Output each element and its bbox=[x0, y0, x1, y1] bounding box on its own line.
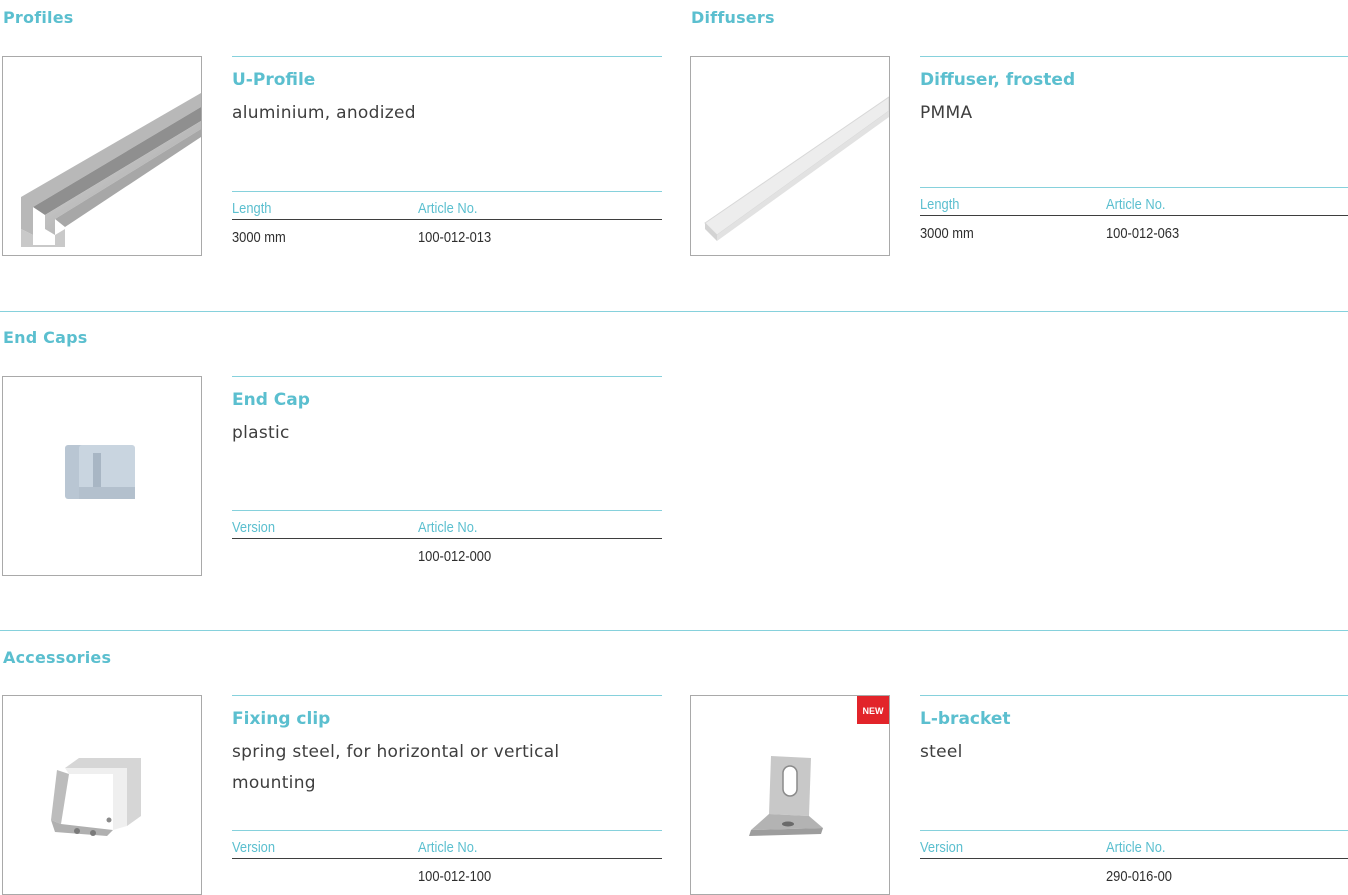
spec-table: Version Article No. 100-012-000 bbox=[232, 510, 662, 565]
product-top-rule bbox=[232, 695, 662, 696]
spec-table: Version Article No. 100-012-100 bbox=[232, 830, 662, 885]
spec-head-article: Article No. bbox=[418, 200, 478, 217]
product-fixing-clip: Fixing clip spring steel, for horizontal… bbox=[2, 695, 662, 895]
section-title-diffusers: Diffusers bbox=[691, 8, 775, 27]
product-image-l-bracket: NEW bbox=[690, 695, 890, 895]
product-image-fixing-clip bbox=[2, 695, 202, 895]
product-description: spring steel, for horizontal or vertical… bbox=[232, 742, 560, 793]
product-name: L-bracket bbox=[920, 709, 1011, 729]
spec-head-length: Length bbox=[920, 196, 960, 213]
product-top-rule bbox=[920, 695, 1348, 696]
spec-value-article: 100-012-000 bbox=[418, 548, 492, 565]
product-name: U-Profile bbox=[232, 70, 316, 90]
product-l-bracket: NEW L-bracket steel Version Article No. … bbox=[690, 695, 1348, 895]
spec-head-version: Version bbox=[920, 839, 964, 856]
product-top-rule bbox=[232, 56, 662, 57]
spec-table: Version Article No. 290-016-00 bbox=[920, 830, 1348, 885]
spec-head-article: Article No. bbox=[418, 839, 478, 856]
product-image-end-cap bbox=[2, 376, 202, 576]
section-separator bbox=[0, 630, 1348, 631]
section-separator bbox=[0, 311, 1348, 312]
spec-value-article: 100-012-063 bbox=[1106, 225, 1180, 242]
spec-head-version: Version bbox=[232, 519, 276, 536]
spec-head-version: Version bbox=[232, 839, 276, 856]
product-u-profile: U-Profile aluminium, anodized Length Art… bbox=[2, 56, 662, 256]
section-title-end-caps: End Caps bbox=[3, 328, 88, 347]
section-title-accessories: Accessories bbox=[3, 648, 112, 667]
spec-table: Length Article No. 3000 mm 100-012-013 bbox=[232, 191, 662, 246]
product-end-cap: End Cap plastic Version Article No. 100-… bbox=[2, 376, 662, 576]
product-description: steel bbox=[920, 742, 963, 762]
new-badge: NEW bbox=[857, 696, 889, 724]
spec-table: Length Article No. 3000 mm 100-012-063 bbox=[920, 187, 1348, 242]
spec-value-article: 100-012-013 bbox=[418, 229, 492, 246]
product-name: Fixing clip bbox=[232, 709, 331, 729]
product-diffuser: Diffuser, frosted PMMA Length Article No… bbox=[690, 56, 1348, 256]
spec-value-article: 290-016-00 bbox=[1106, 868, 1172, 885]
spec-value-length: 3000 mm bbox=[232, 229, 286, 246]
spec-head-length: Length bbox=[232, 200, 272, 217]
product-image-diffuser bbox=[690, 56, 890, 256]
product-name: Diffuser, frosted bbox=[920, 70, 1076, 90]
section-title-profiles: Profiles bbox=[3, 8, 74, 27]
spec-head-article: Article No. bbox=[1106, 196, 1166, 213]
spec-head-article: Article No. bbox=[418, 519, 478, 536]
product-top-rule bbox=[920, 56, 1348, 57]
product-top-rule bbox=[232, 376, 662, 377]
product-description: aluminium, anodized bbox=[232, 103, 416, 123]
product-name: End Cap bbox=[232, 390, 310, 410]
spec-value-length: 3000 mm bbox=[920, 225, 974, 242]
product-description: plastic bbox=[232, 423, 290, 443]
product-description: PMMA bbox=[920, 103, 973, 123]
spec-head-article: Article No. bbox=[1106, 839, 1166, 856]
product-image-u-profile bbox=[2, 56, 202, 256]
spec-value-article: 100-012-100 bbox=[418, 868, 492, 885]
